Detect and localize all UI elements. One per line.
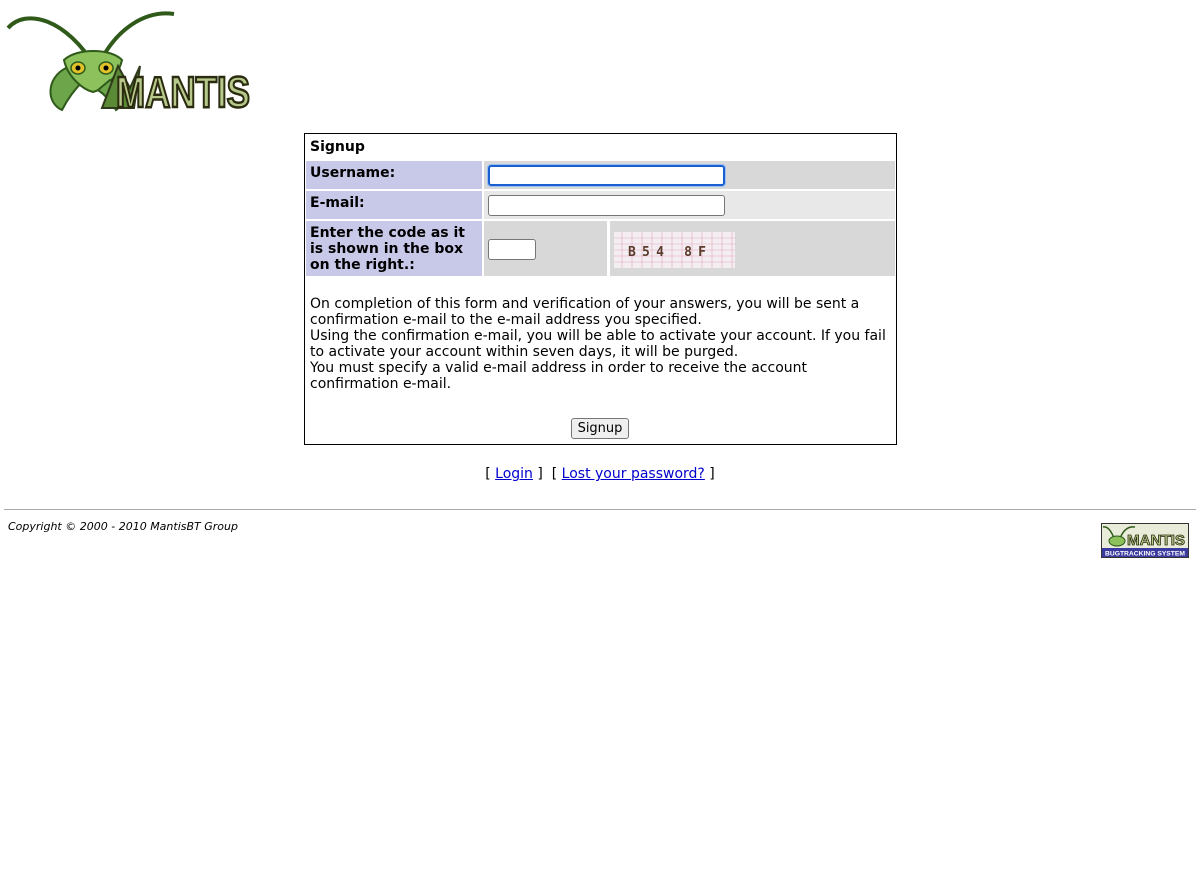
captcha-row: Enter the code as it is shown in the box… [306, 221, 895, 276]
footer-divider [4, 509, 1196, 510]
mantis-logo: MANTIS [6, 11, 251, 114]
logo-text: MANTIS [116, 68, 250, 114]
username-row: Username: [306, 161, 895, 189]
login-link[interactable]: Login [495, 466, 533, 482]
captcha-image: B54 8F [614, 232, 735, 268]
mantis-badge-link[interactable]: MANTIS BUGTRACKING SYSTEM [1101, 523, 1189, 558]
signup-form: Signup Username: E-mail: Enter the code … [304, 133, 897, 445]
username-label: Username: [306, 161, 482, 189]
captcha-input[interactable] [488, 239, 536, 260]
email-label: E-mail: [306, 191, 482, 219]
instruction-line: You must specify a valid e-mail address … [310, 360, 808, 392]
captcha-label: Enter the code as it is shown in the box… [306, 221, 482, 276]
copyright-text: Copyright © 2000 - 2010 MantisBT Group [8, 520, 238, 533]
lost-password-link[interactable]: Lost your password? [562, 466, 705, 482]
signup-instructions: On completion of this form and verificat… [310, 296, 888, 392]
username-input[interactable] [487, 164, 726, 187]
instruction-line: On completion of this form and verificat… [310, 296, 860, 328]
auth-links: [ Login ] [ Lost your password? ] [485, 466, 715, 482]
email-row: E-mail: [306, 191, 895, 219]
email-input[interactable] [488, 195, 725, 216]
instruction-line: Using the confirmation e-mail, you will … [310, 328, 886, 360]
form-title: Signup [310, 139, 365, 155]
badge-subtitle: BUGTRACKING SYSTEM [1105, 551, 1185, 558]
signup-button[interactable]: Signup [571, 418, 629, 439]
badge-title: MANTIS [1127, 532, 1185, 549]
